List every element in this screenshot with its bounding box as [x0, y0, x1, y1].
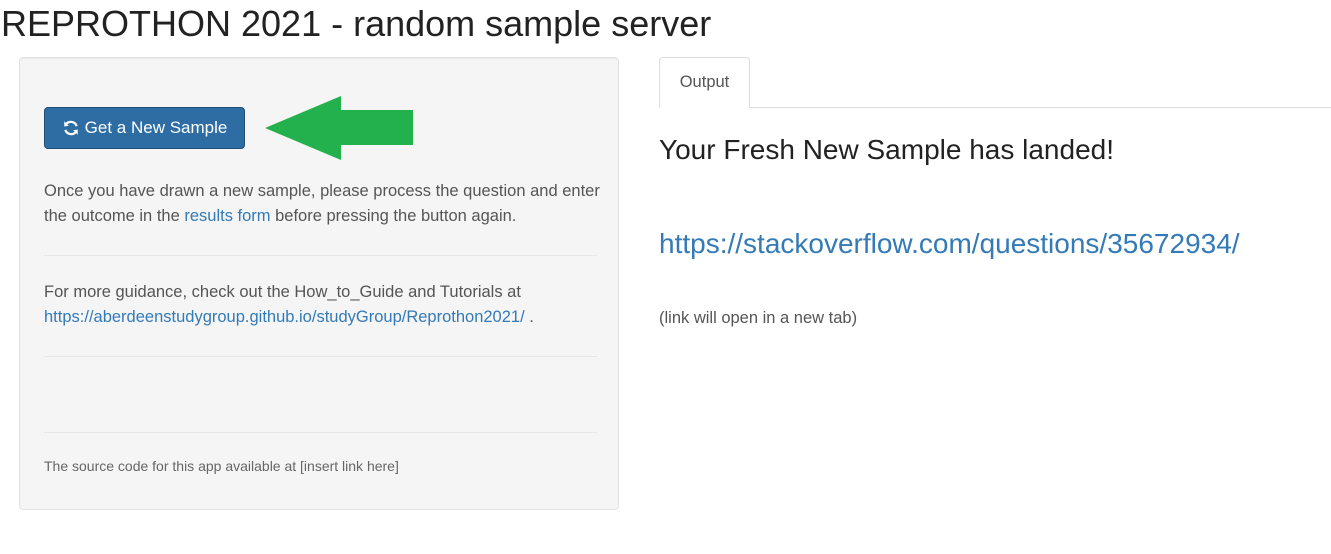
instructions-text: Once you have drawn a new sample, please…	[44, 179, 604, 229]
new-tab-note: (link will open in a new tab)	[659, 309, 858, 327]
get-new-sample-button[interactable]: Get a New Sample	[44, 107, 245, 149]
divider	[44, 432, 597, 433]
divider	[44, 356, 597, 357]
tab-bar: Output	[659, 57, 1331, 108]
instructions-after: before pressing the button again.	[270, 207, 517, 225]
sidebar-panel: Get a New Sample Once you have drawn a n…	[19, 57, 619, 510]
results-form-link[interactable]: results form	[184, 207, 270, 225]
source-note: The source code for this app available a…	[44, 458, 399, 474]
divider	[44, 255, 597, 256]
get-new-sample-label: Get a New Sample	[84, 118, 228, 137]
guidance-label: For more guidance, check out the How_to_…	[44, 283, 521, 301]
refresh-icon	[63, 120, 78, 136]
result-heading: Your Fresh New Sample has landed!	[659, 134, 1114, 165]
page-title: REPROTHON 2021 - random sample server	[1, 3, 712, 44]
arrow-left-icon	[265, 96, 413, 160]
guidance-text: For more guidance, check out the How_to_…	[44, 280, 604, 330]
guidance-suffix: .	[524, 308, 534, 326]
tab-output[interactable]: Output	[659, 57, 750, 108]
sample-link[interactable]: https://stackoverflow.com/questions/3567…	[659, 228, 1240, 260]
guidance-link[interactable]: https://aberdeenstudygroup.github.io/stu…	[44, 308, 525, 326]
